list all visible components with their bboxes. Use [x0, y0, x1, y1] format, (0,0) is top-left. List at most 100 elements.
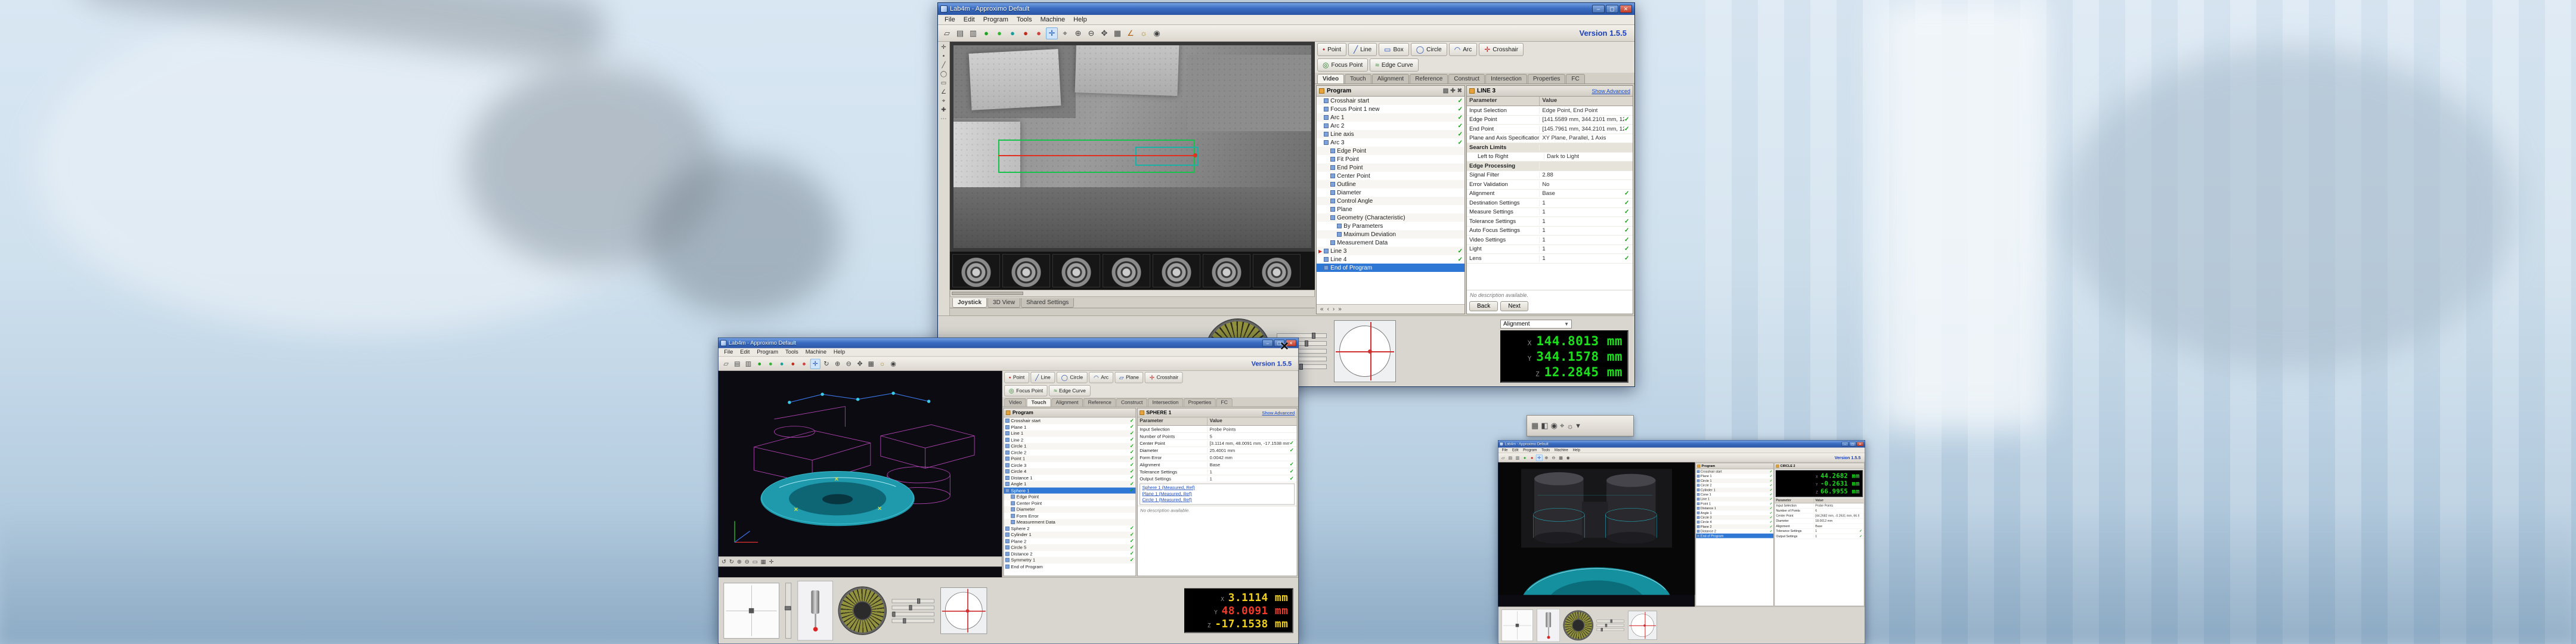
mode-tab[interactable]: Video — [1317, 74, 1344, 83]
property-row[interactable]: Number of Points 6 ✓ — [1775, 509, 1864, 514]
camera-viewport[interactable] — [950, 42, 1315, 252]
feature-button[interactable]: ✛Crosshair — [1479, 43, 1524, 56]
feature-button[interactable]: •Point — [1004, 372, 1029, 383]
side-tool-icon[interactable]: ✚ — [941, 107, 946, 113]
program-step-row[interactable]: Line 1 ✓ — [1004, 431, 1135, 437]
next-button[interactable]: Next — [1500, 301, 1528, 311]
toolbar-icon[interactable]: ● — [1033, 27, 1045, 39]
program-step-row[interactable]: Center Point ✓ — [1004, 500, 1135, 506]
mode-tab[interactable]: Touch — [1027, 398, 1051, 407]
program-step-row[interactable]: ▶ Fit Point ✓ — [1317, 155, 1465, 163]
slider-knob[interactable] — [1601, 628, 1603, 631]
program-step-row[interactable]: ▶ By Parameters ✓ — [1317, 222, 1465, 230]
program-step-row[interactable]: ▶ Diameter ✓ — [1317, 188, 1465, 197]
toolbar-icon[interactable]: ● — [1007, 27, 1018, 39]
program-step-row[interactable]: Point 1 ✓ — [1004, 456, 1135, 462]
program-tool-icon[interactable]: ▤ — [1443, 88, 1448, 94]
toolbar-icon[interactable]: ▥ — [967, 27, 979, 39]
toolbar-icon[interactable]: ⊕ — [1072, 27, 1084, 39]
bottom-tab[interactable]: Joystick — [952, 298, 987, 308]
feature-button[interactable]: ◠Arc — [1449, 43, 1477, 56]
property-row[interactable]: Plane and Axis Specification XY Plane, P… — [1467, 134, 1633, 144]
property-row[interactable]: Video Settings 1 ✓ — [1467, 236, 1633, 245]
stage-position-widget[interactable] — [1628, 611, 1657, 640]
toolbar-icon[interactable]: ✥ — [1098, 27, 1110, 39]
property-row[interactable]: Edge Processing ✓ — [1467, 162, 1633, 171]
view-tool-icon[interactable]: ▭ — [753, 559, 758, 565]
property-row[interactable]: Alignment Base ✓ — [1467, 190, 1633, 199]
toolbar-icon[interactable]: ▱ — [941, 27, 953, 39]
property-row[interactable]: Destination Settings 1 ✓ — [1467, 199, 1633, 208]
toolbar-icon[interactable]: ● — [993, 27, 1005, 39]
program-step-row[interactable]: ▶ Control Angle ✓ — [1317, 197, 1465, 205]
view-tool-icon[interactable]: ↻ — [729, 559, 734, 565]
menu-item[interactable]: File — [940, 16, 959, 24]
property-row[interactable]: Measure Settings 1 ✓ — [1467, 208, 1633, 218]
program-step-row[interactable]: Crosshair start ✓ — [1696, 469, 1773, 474]
program-step-row[interactable]: Circle 4 ✓ — [1004, 468, 1135, 475]
menu-item[interactable]: Program — [753, 349, 782, 356]
toolbar-icon[interactable]: ⊕ — [832, 358, 843, 369]
slider-knob[interactable] — [1611, 620, 1612, 623]
light-slider[interactable] — [1597, 624, 1624, 627]
property-row[interactable]: Alignment Base ✓ — [1138, 461, 1297, 468]
program-step-row[interactable]: Line 1 ✓ — [1696, 497, 1773, 501]
toolbar-icon[interactable]: ✛ — [1536, 454, 1543, 461]
mode-tab[interactable]: Properties — [1184, 398, 1216, 407]
program-step-row[interactable]: Circle 3 ✓ — [1696, 515, 1773, 520]
dock-icon[interactable]: ▾ — [1576, 421, 1580, 431]
light-slider[interactable] — [1597, 620, 1624, 622]
toolbar-icon[interactable]: ☼ — [877, 358, 887, 369]
close-button[interactable]: ✕ — [1620, 5, 1632, 13]
program-step-row[interactable]: Circle 2 ✓ — [1004, 449, 1135, 456]
dock-icon[interactable]: ▦ — [1531, 421, 1538, 431]
property-row[interactable]: Signal Filter 2.88 ✓ — [1467, 171, 1633, 181]
property-row[interactable]: End Point [145.7961 mm, 344.2101 mm, 12.… — [1467, 125, 1633, 134]
toolbar-icon[interactable]: ✛ — [810, 358, 821, 369]
mode-tab[interactable]: Reference — [1410, 74, 1448, 83]
view-tool-icon[interactable]: ✛ — [769, 559, 774, 565]
show-advanced-link[interactable]: Show Advanced — [1592, 88, 1630, 94]
program-step-row[interactable]: Plane 2 ✓ — [1004, 538, 1135, 544]
program-nav-icon[interactable]: ‹ — [1327, 306, 1329, 312]
toolbar-icon[interactable]: ● — [799, 358, 809, 369]
dock-icon[interactable]: ☼ — [1566, 422, 1574, 431]
menu-item[interactable]: Program — [1521, 448, 1539, 453]
program-step-row[interactable]: Edge Point ✓ — [1004, 494, 1135, 500]
menu-item[interactable]: Edit — [1510, 448, 1521, 453]
toolbar-icon[interactable]: ✛ — [1046, 27, 1058, 39]
program-step-row[interactable]: Measurement Data ✓ — [1004, 519, 1135, 525]
program-step-row[interactable]: ▶ Arc 3 ✓ — [1317, 138, 1465, 147]
toolbar-icon[interactable]: ✥ — [855, 358, 865, 369]
mode-tab[interactable]: Alignment — [1051, 398, 1083, 407]
program-step-row[interactable]: ▶ Center Point ✓ — [1317, 172, 1465, 180]
feature-button[interactable]: ◯Circle — [1057, 372, 1088, 383]
toolbar-icon[interactable]: ⌖ — [1059, 27, 1071, 39]
program-step-row[interactable]: End of Program ✓ — [1696, 534, 1773, 538]
filmstrip-thumbnail[interactable] — [1052, 254, 1100, 287]
toolbar-icon[interactable]: ▥ — [1515, 454, 1521, 461]
program-step-row[interactable]: Circle 3 ✓ — [1004, 462, 1135, 469]
menu-item[interactable]: Help — [830, 349, 849, 356]
menu-item[interactable]: File — [720, 349, 736, 356]
scan-scene-view[interactable] — [1498, 462, 1695, 595]
toolbar-icon[interactable]: ☼ — [1138, 27, 1150, 39]
titlebar[interactable]: Lab4m - Approximo Default – ▢ ✕ — [938, 3, 1634, 15]
toolbar-icon[interactable]: ▱ — [721, 358, 731, 369]
toolbar-icon[interactable]: ● — [766, 358, 776, 369]
mode-tab[interactable]: Intersection — [1148, 398, 1183, 407]
program-tool-icon[interactable]: ✖ — [1457, 88, 1462, 94]
mode-tab[interactable]: Touch — [1345, 74, 1371, 83]
program-step-row[interactable]: Circle 2 ✓ — [1696, 483, 1773, 488]
program-step-row[interactable]: ▶ Line 3 ✓ — [1317, 247, 1465, 255]
toolbar-icon[interactable]: ⊕ — [1543, 454, 1550, 461]
program-step-row[interactable]: ▶ End Point ✓ — [1317, 163, 1465, 172]
feature-button[interactable]: ≈Edge Curve — [1049, 385, 1090, 397]
property-row[interactable]: Tolerance Settings 1 ✓ — [1467, 217, 1633, 227]
menu-item[interactable]: Tools — [1013, 16, 1036, 24]
mode-tab[interactable]: Construct — [1448, 74, 1485, 83]
mode-tab[interactable]: Intersection — [1485, 74, 1527, 83]
bottom-tab[interactable]: 3D View — [987, 298, 1020, 308]
dock-icon[interactable]: ◧ — [1541, 421, 1548, 431]
property-row[interactable]: Diameter 25.4001 mm ✓ — [1138, 447, 1297, 454]
